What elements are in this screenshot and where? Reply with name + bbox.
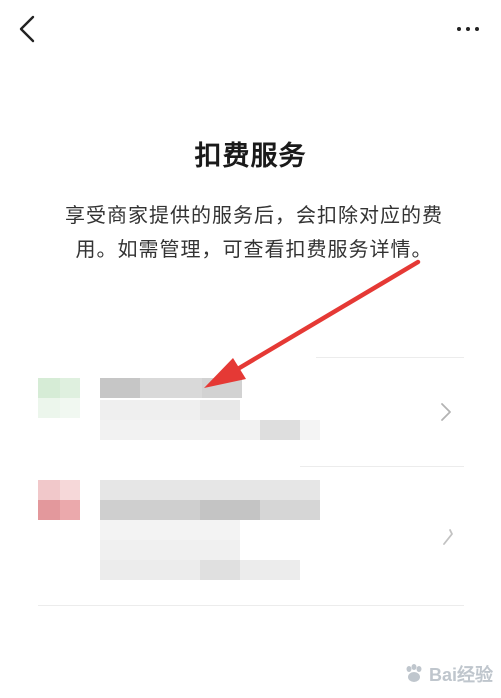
divider-top: [316, 357, 464, 358]
chevron-right-icon: [441, 403, 451, 421]
watermark: Bai经验: [401, 656, 493, 692]
page-description: 享受商家提供的服务后，会扣除对应的费用。如需管理，可查看扣费服务详情。: [65, 203, 443, 261]
more-dots-icon: [457, 27, 479, 31]
watermark-text: Bai经验: [428, 665, 493, 685]
service-item-1[interactable]: [38, 372, 464, 464]
more-button[interactable]: [451, 14, 485, 44]
page-title: 扣费服务: [194, 141, 307, 172]
divider-middle: [300, 466, 464, 467]
back-button[interactable]: [14, 14, 40, 44]
baidu-paw-icon: [406, 664, 422, 682]
divider-bottom: [38, 605, 464, 606]
chevron-right-icon: [443, 529, 453, 545]
service-item-2[interactable]: [38, 478, 464, 600]
chevron-left-icon: [19, 15, 35, 43]
